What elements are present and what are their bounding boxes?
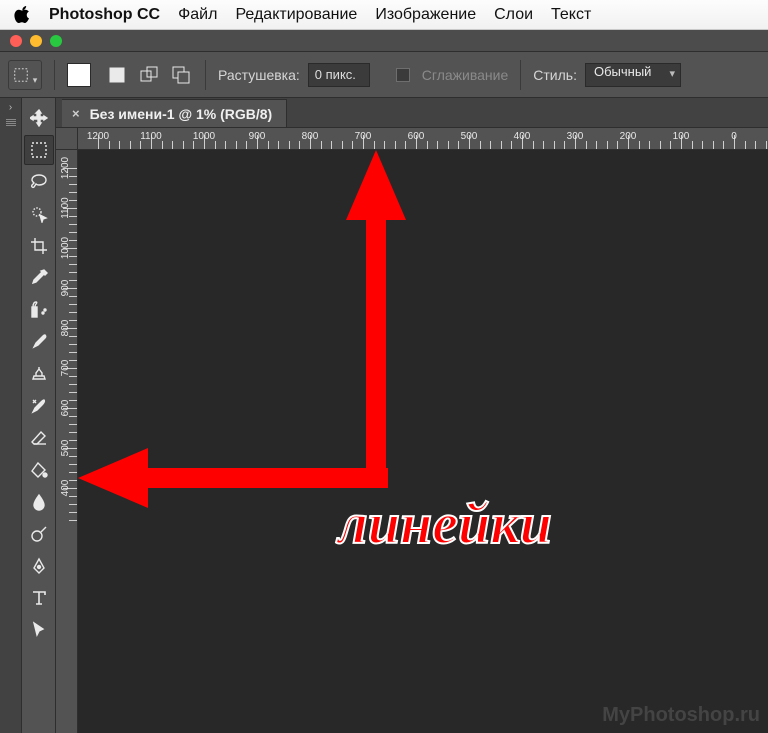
type-tool[interactable] xyxy=(24,583,54,613)
quick-select-tool[interactable] xyxy=(24,199,54,229)
ruler-h-label: 1200 xyxy=(87,131,109,142)
new-selection-icon[interactable] xyxy=(105,63,129,87)
window-titlebar xyxy=(0,30,768,52)
blur-tool[interactable] xyxy=(24,487,54,517)
annotation-arrow-up-icon xyxy=(346,150,406,480)
feather-label: Растушевка: xyxy=(218,67,300,83)
style-label: Стиль: xyxy=(533,67,577,83)
ruler-h-label: 600 xyxy=(408,131,425,142)
minimize-window-button[interactable] xyxy=(30,35,42,47)
clone-stamp-tool[interactable] xyxy=(24,359,54,389)
grip-icon xyxy=(6,119,16,127)
antialias-label: Сглаживание xyxy=(422,67,508,83)
add-selection-icon[interactable] xyxy=(137,63,161,87)
panel-collapse-gutter[interactable]: › xyxy=(0,98,22,733)
eyedropper-tool[interactable] xyxy=(24,263,54,293)
brush-tool[interactable] xyxy=(24,327,54,357)
ruler-h-label: 100 xyxy=(673,131,690,142)
lasso-tool[interactable] xyxy=(24,167,54,197)
watermark: MyPhotoshop.ru xyxy=(602,704,760,727)
eraser-tool[interactable] xyxy=(24,423,54,453)
ruler-h-label: 500 xyxy=(461,131,478,142)
chevron-right-icon: › xyxy=(9,98,12,113)
chevron-down-icon: ▾ xyxy=(33,75,38,86)
ruler-v-label: 900 xyxy=(60,280,71,297)
menu-image[interactable]: Изображение xyxy=(375,6,476,24)
current-tool-preset[interactable]: ▾ xyxy=(8,60,42,90)
close-window-button[interactable] xyxy=(10,35,22,47)
ruler-v-label: 400 xyxy=(60,480,71,497)
ruler-h-label: 0 xyxy=(731,131,737,142)
ruler-h-label: 200 xyxy=(620,131,637,142)
apple-logo-icon xyxy=(14,6,31,23)
tools-panel xyxy=(22,98,56,733)
ruler-v-label: 700 xyxy=(60,360,71,377)
document-tab-strip: × Без имени-1 @ 1% (RGB/8) xyxy=(56,98,768,128)
document-tab[interactable]: × Без имени-1 @ 1% (RGB/8) xyxy=(62,99,287,127)
menu-layers[interactable]: Слои xyxy=(494,6,533,24)
ruler-vertical[interactable]: 120011001000900800700600500400 xyxy=(56,150,78,733)
pen-tool[interactable] xyxy=(24,551,54,581)
history-brush-tool[interactable] xyxy=(24,391,54,421)
annotation-label: линейки xyxy=(338,490,552,557)
style-select[interactable]: Обычный xyxy=(585,63,681,87)
ruler-h-label: 300 xyxy=(567,131,584,142)
menu-text[interactable]: Текст xyxy=(551,6,591,24)
ruler-h-label: 800 xyxy=(302,131,319,142)
marquee-tool[interactable] xyxy=(24,135,54,165)
ruler-horizontal[interactable]: 1200110010009008007006005004003002001000… xyxy=(56,128,768,150)
feather-input[interactable] xyxy=(308,63,370,87)
move-tool[interactable] xyxy=(24,103,54,133)
close-tab-icon[interactable]: × xyxy=(72,106,80,121)
options-bar: ▾ Растушевка: Сглаживание Стиль: Обычный xyxy=(0,52,768,98)
crop-tool[interactable] xyxy=(24,231,54,261)
canvas[interactable]: линейки MyPhotoshop.ru xyxy=(78,150,768,733)
ruler-v-label: 500 xyxy=(60,440,71,457)
ruler-h-label: 700 xyxy=(355,131,372,142)
macos-menu-bar: Photoshop CC Файл Редактирование Изображ… xyxy=(0,0,768,30)
app-name: Photoshop CC xyxy=(49,6,160,24)
subtract-selection-icon[interactable] xyxy=(169,63,193,87)
ruler-v-label: 800 xyxy=(60,320,71,337)
menu-edit[interactable]: Редактирование xyxy=(235,6,357,24)
ruler-v-label: 600 xyxy=(60,400,71,417)
zoom-window-button[interactable] xyxy=(50,35,62,47)
ruler-origin-corner[interactable] xyxy=(56,128,78,149)
paint-bucket-tool[interactable] xyxy=(24,455,54,485)
healing-brush-tool[interactable] xyxy=(24,295,54,325)
document-tab-title: Без имени-1 @ 1% (RGB/8) xyxy=(90,106,273,122)
path-select-tool[interactable] xyxy=(24,615,54,645)
divider xyxy=(205,60,206,90)
ruler-h-label: 1100 xyxy=(140,131,162,142)
antialias-checkbox xyxy=(396,68,410,82)
divider xyxy=(54,60,55,90)
style-select-value: Обычный xyxy=(594,64,651,79)
divider xyxy=(520,60,521,90)
foreground-swatch[interactable] xyxy=(67,63,91,87)
ruler-h-label: 1000 xyxy=(193,131,215,142)
ruler-h-label: 400 xyxy=(514,131,531,142)
ruler-h-label: 900 xyxy=(249,131,266,142)
menu-file[interactable]: Файл xyxy=(178,6,217,24)
dodge-tool[interactable] xyxy=(24,519,54,549)
